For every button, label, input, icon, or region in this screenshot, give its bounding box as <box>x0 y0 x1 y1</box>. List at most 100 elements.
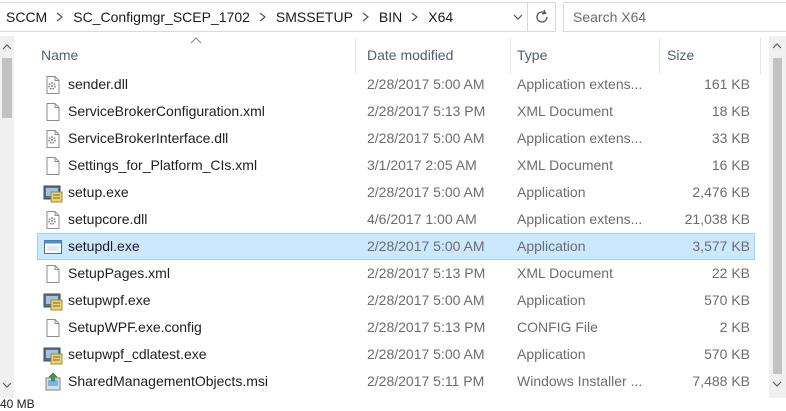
breadcrumb-sccm[interactable]: SCCM <box>4 9 49 25</box>
msi-installer-icon <box>43 372 63 392</box>
breadcrumb-smssetup[interactable]: SMSSETUP <box>274 9 355 25</box>
file-name: setupcore.dll <box>68 211 148 227</box>
config-file-icon <box>43 318 63 338</box>
file-type: XML Document <box>517 157 613 173</box>
file-row[interactable]: SetupPages.xml 2/28/2017 5:13 PM XML Doc… <box>37 260 755 287</box>
chevron-down-icon[interactable] <box>507 3 527 31</box>
breadcrumb-bin[interactable]: BIN <box>377 9 404 25</box>
file-type: XML Document <box>517 103 613 119</box>
file-size: 3,577 KB <box>692 238 750 254</box>
status-bar-text: 40 MB <box>0 398 35 411</box>
file-row[interactable]: setupcore.dll 4/6/2017 1:00 AM Applicati… <box>37 206 755 233</box>
navigation-pane-scrollbar[interactable] <box>0 36 14 398</box>
file-name: ServiceBrokerConfiguration.xml <box>68 103 265 119</box>
xml-file-icon <box>43 102 63 122</box>
file-size: 21,038 KB <box>684 211 750 227</box>
app-window-icon <box>43 237 63 257</box>
chevron-right-icon[interactable] <box>404 3 426 31</box>
xml-file-icon <box>43 156 63 176</box>
file-row[interactable]: Settings_for_Platform_CIs.xml 3/1/2017 2… <box>37 152 755 179</box>
file-date: 2/28/2017 5:13 PM <box>367 265 486 281</box>
navigation-bar: SCCM SC_Configmgr_SCEP_1702 SMSSETUP BIN… <box>0 0 786 36</box>
file-size: 2 KB <box>719 319 750 335</box>
file-name: setupwpf.exe <box>68 292 151 308</box>
setup-exe-icon <box>43 183 63 203</box>
file-row[interactable]: sender.dll 2/28/2017 5:00 AM Application… <box>37 71 755 98</box>
file-row[interactable]: SharedManagementObjects.msi 2/28/2017 5:… <box>37 368 755 395</box>
file-name: SetupPages.xml <box>68 265 170 281</box>
scroll-up-icon[interactable] <box>2 42 12 52</box>
chevron-right-icon[interactable] <box>49 3 71 31</box>
scrollbar-thumb[interactable] <box>2 58 12 118</box>
column-headers: Name Date modified Type Size <box>14 36 786 74</box>
breadcrumb: SCCM SC_Configmgr_SCEP_1702 SMSSETUP BIN… <box>0 3 507 31</box>
file-name: setup.exe <box>68 184 129 200</box>
column-header-size[interactable]: Size <box>667 36 767 74</box>
file-row[interactable]: SetupWPF.exe.config 2/28/2017 5:13 PM CO… <box>37 314 755 341</box>
file-size: 16 KB <box>711 157 750 173</box>
file-date: 2/28/2017 5:00 AM <box>367 184 485 200</box>
file-date: 2/28/2017 5:13 PM <box>367 319 486 335</box>
chevron-right-icon[interactable] <box>355 3 377 31</box>
file-row[interactable]: ServiceBrokerInterface.dll 2/28/2017 5:0… <box>37 125 755 152</box>
column-divider[interactable] <box>659 38 660 74</box>
file-row-selected[interactable]: setupdl.exe 2/28/2017 5:00 AM Applicatio… <box>37 233 755 260</box>
column-divider[interactable] <box>355 38 356 74</box>
search-input[interactable] <box>573 9 786 25</box>
file-size: 7,488 KB <box>692 373 750 389</box>
column-header-name[interactable]: Name <box>41 36 354 74</box>
file-name: ServiceBrokerInterface.dll <box>68 130 229 146</box>
file-type: Application extens... <box>517 211 643 227</box>
file-row[interactable]: ServiceBrokerConfiguration.xml 2/28/2017… <box>37 98 755 125</box>
file-type: Application <box>517 238 586 254</box>
scroll-up-icon[interactable] <box>772 42 782 50</box>
file-name: SetupWPF.exe.config <box>68 319 202 335</box>
file-date: 4/6/2017 1:00 AM <box>367 211 477 227</box>
dll-icon <box>43 129 63 149</box>
file-list-scrollbar[interactable] <box>769 36 786 398</box>
file-size: 18 KB <box>711 103 750 119</box>
xml-file-icon <box>43 264 63 284</box>
setup-exe-icon <box>43 291 63 311</box>
address-bar[interactable]: SCCM SC_Configmgr_SCEP_1702 SMSSETUP BIN… <box>0 2 556 32</box>
file-size: 570 KB <box>704 346 750 362</box>
file-type: Application <box>517 346 586 362</box>
column-divider[interactable] <box>510 38 511 74</box>
file-size: 2,476 KB <box>692 184 750 200</box>
file-row[interactable]: setup.exe 2/28/2017 5:00 AM Application … <box>37 179 755 206</box>
file-date: 2/28/2017 5:13 PM <box>367 103 486 119</box>
file-name: Settings_for_Platform_CIs.xml <box>68 157 258 173</box>
file-type: Application extens... <box>517 130 643 146</box>
setup-exe-icon <box>43 345 63 365</box>
file-row[interactable]: setupwpf_cdlatest.exe 2/28/2017 5:00 AM … <box>37 341 755 368</box>
file-date: 2/28/2017 5:00 AM <box>367 130 485 146</box>
dll-icon <box>43 210 63 230</box>
file-size: 33 KB <box>711 130 750 146</box>
column-divider[interactable] <box>760 38 761 74</box>
breadcrumb-x64[interactable]: X64 <box>426 9 455 25</box>
dll-icon <box>43 75 63 95</box>
file-size: 570 KB <box>704 292 750 308</box>
file-name: setupdl.exe <box>68 238 140 254</box>
file-size: 22 KB <box>711 265 750 281</box>
breadcrumb-sc-configmgr[interactable]: SC_Configmgr_SCEP_1702 <box>71 9 252 25</box>
search-box[interactable] <box>563 2 786 32</box>
scrollbar-thumb[interactable] <box>773 58 782 374</box>
column-header-date[interactable]: Date modified <box>367 36 510 74</box>
file-type: Application <box>517 184 586 200</box>
column-header-type[interactable]: Type <box>517 36 657 74</box>
file-date: 3/1/2017 2:05 AM <box>367 157 477 173</box>
file-date: 2/28/2017 5:00 AM <box>367 238 485 254</box>
file-type: CONFIG File <box>517 319 598 335</box>
file-row[interactable]: setupwpf.exe 2/28/2017 5:00 AM Applicati… <box>37 287 755 314</box>
scroll-down-icon[interactable] <box>2 380 12 390</box>
refresh-icon[interactable] <box>527 3 555 31</box>
file-date: 2/28/2017 5:11 PM <box>367 373 485 389</box>
scroll-down-icon[interactable] <box>772 380 782 388</box>
file-name: setupwpf_cdlatest.exe <box>68 346 207 362</box>
file-name: sender.dll <box>68 76 128 92</box>
file-date: 2/28/2017 5:00 AM <box>367 346 485 362</box>
file-type: Application extens... <box>517 76 643 92</box>
chevron-right-icon[interactable] <box>252 3 274 31</box>
file-type: XML Document <box>517 265 613 281</box>
